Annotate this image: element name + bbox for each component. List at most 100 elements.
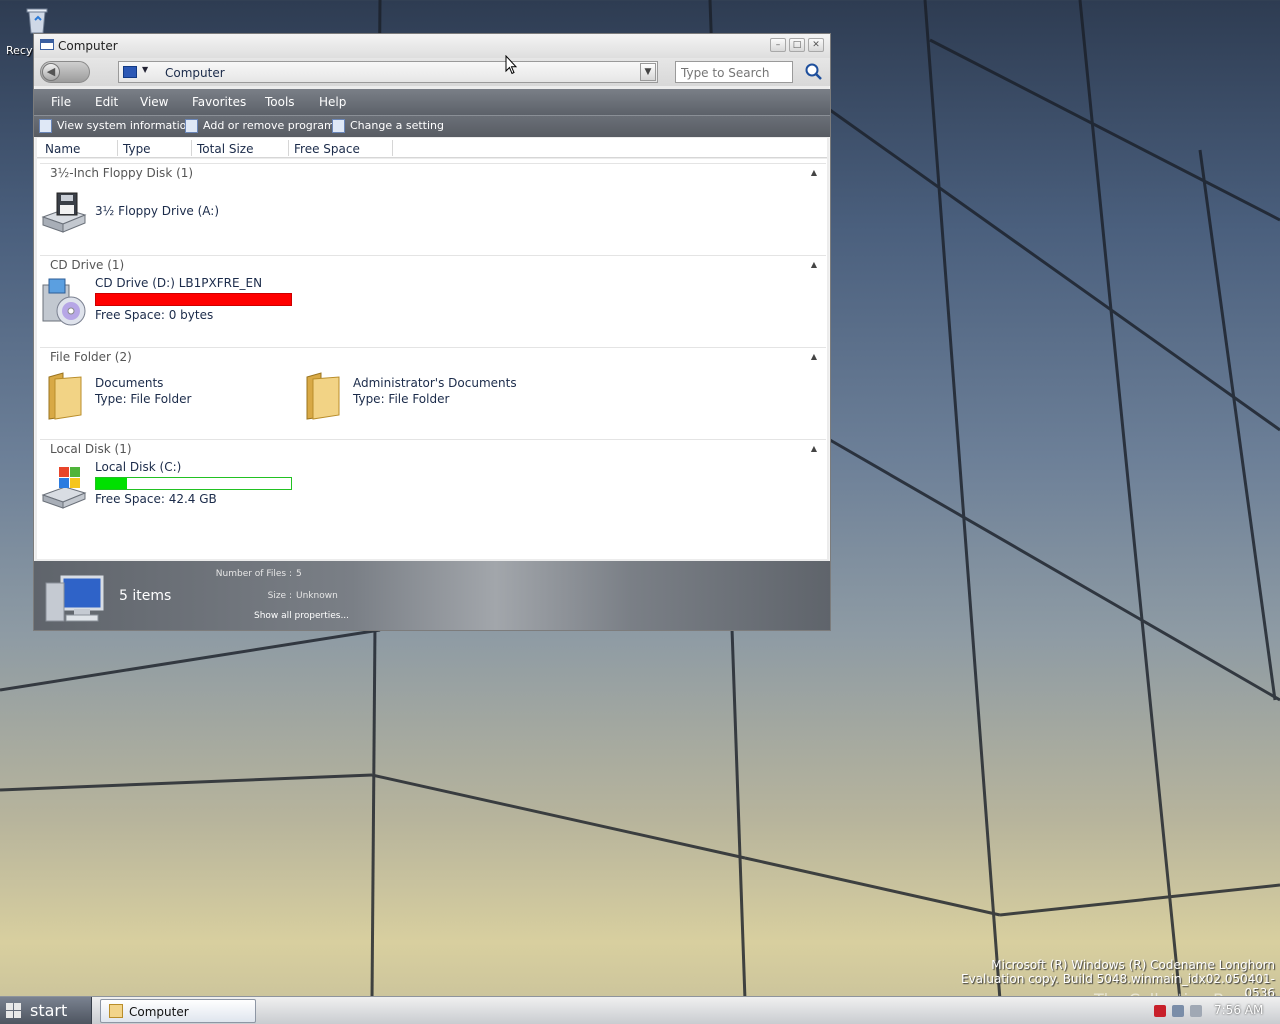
group-divider — [40, 163, 826, 164]
windows-logo-icon — [6, 1003, 21, 1018]
column-divider[interactable] — [117, 140, 118, 156]
address-text: Computer — [165, 66, 225, 80]
watermark-line-1: Microsoft (R) Windows (R) Codename Longh… — [991, 958, 1275, 972]
collapse-icon[interactable]: ▲ — [811, 260, 817, 269]
address-bar[interactable]: ▼ Computer ▼ — [118, 61, 658, 83]
task-label: Add or remove programs — [203, 119, 341, 132]
group-header[interactable]: File Folder (2) — [50, 350, 132, 364]
task-label: Change a setting — [350, 119, 444, 132]
computer-icon — [123, 66, 137, 78]
details-pane: 5 items Number of Files : 5 Size : Unkno… — [34, 561, 830, 630]
cd-drive-name: CD Drive (D:) LB1PXFRE_EN — [95, 276, 263, 290]
back-arrow-icon: ◀ — [42, 63, 60, 81]
local-disk-free-space: Free Space: 42.4 GB — [95, 492, 217, 506]
close-button[interactable]: ✕ — [808, 38, 824, 52]
menu-help[interactable]: Help — [319, 95, 346, 109]
group-header[interactable]: Local Disk (1) — [50, 442, 132, 456]
search-icon[interactable] — [804, 62, 824, 82]
folder-icon — [306, 372, 340, 420]
group-divider — [40, 255, 826, 256]
prop-label: Number of Files : — [215, 569, 292, 579]
task-add-remove-programs[interactable]: Add or remove programs — [185, 119, 341, 133]
column-divider[interactable] — [191, 140, 192, 156]
cd-usage-fill — [96, 294, 291, 305]
search-input[interactable] — [681, 66, 791, 80]
system-info-icon — [39, 119, 52, 133]
breadcrumb-dropdown-icon[interactable]: ▼ — [142, 65, 148, 74]
group-folders: File Folder (2) ▲ Documents Type: File F… — [37, 347, 827, 435]
collapse-icon[interactable]: ▲ — [811, 444, 817, 453]
taskbar: start Computer 7:56 AM — [0, 996, 1280, 1024]
admin-documents-name: Administrator's Documents — [353, 376, 517, 390]
cd-drive-icon — [42, 278, 86, 326]
address-dropdown-button[interactable]: ▼ — [640, 63, 656, 81]
task-view-system-information[interactable]: View system information — [39, 119, 194, 133]
folder-icon — [48, 372, 82, 420]
folder-icon — [109, 1004, 123, 1018]
column-total-size[interactable]: Total Size — [197, 142, 253, 156]
computer-icon — [45, 575, 104, 622]
show-all-properties-link[interactable]: Show all properties... — [254, 611, 349, 621]
menu-view[interactable]: View — [140, 95, 168, 109]
volume-icon[interactable] — [1190, 1005, 1202, 1017]
documents-type: Type: File Folder — [95, 392, 192, 406]
task-bar: View system information Add or remove pr… — [34, 115, 830, 137]
floppy-drive-icon — [41, 192, 87, 233]
minimize-button[interactable]: – — [770, 38, 786, 52]
group-divider — [40, 347, 826, 348]
navigation-bar: ◀ ▼ Computer ▼ — [34, 58, 830, 86]
prop-number-of-files-label: Number of Files — [215, 569, 287, 579]
column-divider[interactable] — [288, 140, 289, 156]
clock[interactable]: 7:56 AM — [1214, 1003, 1263, 1017]
group-local-disk: Local Disk (1) ▲ Local Disk (C:) Free Sp… — [37, 439, 827, 539]
start-label: start — [30, 1001, 68, 1020]
column-free-space[interactable]: Free Space — [294, 142, 360, 156]
menu-bar: File Edit View Favorites Tools Help — [34, 89, 830, 115]
start-button[interactable]: start — [0, 997, 92, 1024]
cd-usage-bar — [95, 293, 292, 306]
column-type[interactable]: Type — [123, 142, 151, 156]
floppy-drive-name: 3½ Floppy Drive (A:) — [95, 204, 220, 218]
recycle-bin-icon — [26, 8, 48, 34]
computer-window: Computer – □ ✕ ◀ ▼ Computer ▼ File Edit … — [33, 33, 831, 631]
prop-size-label: Size — [267, 591, 287, 601]
control-panel-icon — [332, 119, 345, 133]
file-list: 3½-Inch Floppy Disk (1) ▲ 3½ Floppy Driv… — [37, 159, 827, 559]
group-floppy: 3½-Inch Floppy Disk (1) ▲ 3½ Floppy Driv… — [37, 163, 827, 251]
group-header[interactable]: CD Drive (1) — [50, 258, 124, 272]
group-header[interactable]: 3½-Inch Floppy Disk (1) — [50, 166, 193, 180]
taskbar-item-computer[interactable]: Computer — [100, 999, 256, 1023]
recycle-bin-label: Recy — [6, 44, 33, 57]
column-headers: Name Type Total Size Free Space — [37, 138, 827, 158]
local-disk-icon — [41, 467, 87, 509]
search-box[interactable] — [675, 61, 793, 83]
prop-size-value: Unknown — [296, 591, 338, 601]
title-bar[interactable]: Computer – □ ✕ — [34, 34, 830, 58]
window-icon — [40, 39, 54, 50]
admin-documents-type: Type: File Folder — [353, 392, 450, 406]
menu-tools[interactable]: Tools — [265, 95, 295, 109]
column-divider[interactable] — [392, 140, 393, 156]
maximize-button[interactable]: □ — [789, 38, 805, 52]
column-name[interactable]: Name — [45, 142, 80, 156]
menu-file[interactable]: File — [51, 95, 71, 109]
group-divider — [40, 439, 826, 440]
local-disk-name: Local Disk (C:) — [95, 460, 182, 474]
local-disk-usage-fill — [96, 478, 128, 489]
taskbar-item-label: Computer — [129, 1005, 189, 1019]
item-count: 5 items — [119, 588, 172, 604]
task-label: View system information — [57, 119, 194, 132]
documents-name: Documents — [95, 376, 164, 390]
collapse-icon[interactable]: ▲ — [811, 168, 817, 177]
security-shield-icon[interactable] — [1154, 1005, 1166, 1017]
collapse-icon[interactable]: ▲ — [811, 352, 817, 361]
network-icon[interactable] — [1172, 1005, 1184, 1017]
menu-favorites[interactable]: Favorites — [192, 95, 246, 109]
menu-edit[interactable]: Edit — [95, 95, 118, 109]
prop-label: Size : — [267, 591, 292, 601]
task-change-setting[interactable]: Change a setting — [332, 119, 444, 133]
prop-number-of-files-value: 5 — [296, 569, 302, 579]
back-button[interactable]: ◀ — [40, 61, 90, 83]
window-title: Computer — [58, 39, 118, 53]
group-cd: CD Drive (1) ▲ CD Drive (D:) LB1PXFRE_EN… — [37, 255, 827, 343]
